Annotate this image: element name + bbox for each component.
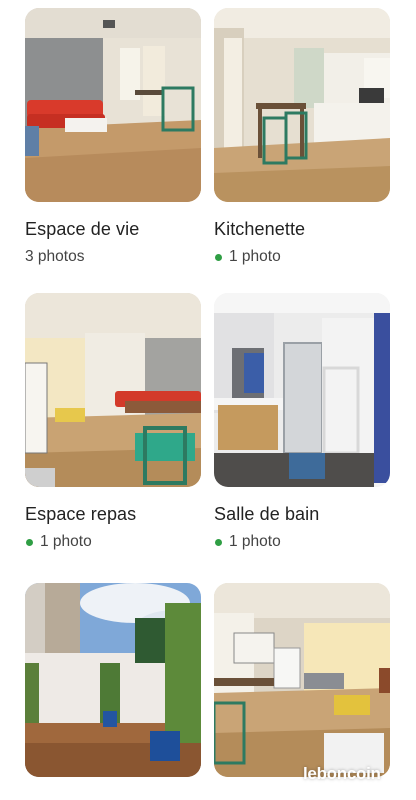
album-cover-photo[interactable] — [25, 293, 201, 487]
living-room-photo — [25, 8, 201, 202]
album-photo-count: 1 photo — [214, 247, 390, 267]
album-count-label: 1 photo — [229, 248, 281, 265]
album-photo-count: 3 photos — [25, 247, 201, 267]
album-photo-count: 1 photo — [214, 532, 390, 552]
album-cover-photo[interactable] — [25, 8, 201, 202]
photo-album-grid: Espace de vie 3 photos Kitchenette 1 pho… — [0, 0, 416, 800]
kitchenette-photo — [214, 8, 390, 202]
album-photo-count: 1 photo — [25, 532, 201, 552]
dining-area-photo — [25, 293, 201, 487]
album-count-label: 3 photos — [25, 248, 85, 265]
album-title: Espace de vie — [25, 219, 140, 239]
album-card-overview[interactable] — [214, 583, 390, 777]
new-indicator-dot — [215, 538, 222, 546]
album-cover-photo[interactable] — [214, 583, 390, 777]
album-cover-photo[interactable] — [214, 8, 390, 202]
album-card-exterior[interactable] — [25, 583, 201, 777]
album-count-label: 1 photo — [229, 533, 281, 550]
terrace-photo — [25, 583, 201, 777]
new-indicator-dot — [215, 253, 222, 261]
album-title: Salle de bain — [214, 504, 320, 524]
leboncoin-watermark-logo: leboncoin — [303, 764, 381, 783]
album-title: Kitchenette — [214, 219, 306, 239]
album-card-kitchenette[interactable]: Kitchenette 1 photo — [214, 8, 390, 267]
album-card-salle-de-bain[interactable]: Salle de bain 1 photo — [214, 293, 390, 552]
album-title: Espace repas — [25, 504, 137, 524]
album-count-label: 1 photo — [40, 533, 92, 550]
new-indicator-dot — [26, 538, 33, 546]
album-cover-photo[interactable] — [214, 293, 390, 487]
studio-overview-photo — [214, 583, 390, 777]
album-cover-photo[interactable] — [25, 583, 201, 777]
album-card-espace-repas[interactable]: Espace repas 1 photo — [25, 293, 201, 552]
album-card-espace-de-vie[interactable]: Espace de vie 3 photos — [25, 8, 201, 267]
bathroom-photo — [214, 293, 390, 487]
